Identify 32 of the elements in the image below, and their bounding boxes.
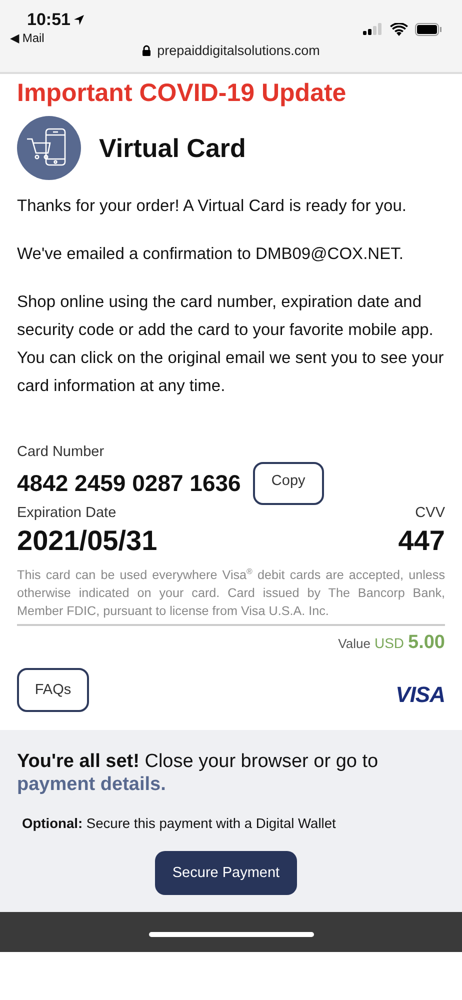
back-to-app-link[interactable]: ◀ Mail [10, 31, 86, 45]
page-title: Virtual Card [99, 132, 246, 164]
expiration-date: 2021/05/31 [17, 525, 158, 557]
value-amount: 5.00 [408, 632, 445, 654]
disclaimer-text: This card can be used everywhere Visa$^{®}$ debit cards are accepted, unless otherwise indicated on your card. Card issued by The Bancorp Bank, Member FDIC, pursuant to license from Visa U.S.A. Inc. [17, 563, 445, 626]
location-arrow-icon [73, 14, 86, 26]
lock-icon [142, 45, 152, 56]
optional-text: Optional: Secure this payment with a Digital Wallet [22, 816, 337, 832]
card-number-label: Card Number [17, 444, 106, 460]
wifi-icon [390, 22, 408, 36]
alert-link[interactable]: Important COVID-19 Update [17, 78, 445, 108]
battery-icon [415, 22, 442, 36]
copy-button[interactable]: Copy [252, 462, 324, 505]
faqs-button[interactable]: FAQs [17, 668, 89, 712]
currency: USD [374, 635, 404, 652]
value-label: Value [338, 636, 370, 652]
completion-message: You're all set! Close your browser or go to payment details. [17, 750, 380, 796]
home-indicator[interactable] [148, 932, 314, 937]
card-number: 4842 2459 0287 1636 [17, 470, 241, 497]
secure-payment-button[interactable]: Secure Payment [155, 851, 297, 896]
visa-logo: VISA [396, 682, 445, 708]
url-text[interactable]: prepaiddigitalsolutions.com [157, 43, 320, 58]
cvv-label: CVV [415, 505, 445, 521]
body-text: We've emailed a confirmation to DMB09@COX.NET. [17, 244, 404, 265]
expiration-label: Expiration Date [17, 505, 116, 521]
status-time: 10:51 [27, 10, 70, 30]
signal-icon [363, 23, 383, 35]
phone-cart-icon [17, 116, 81, 180]
body-text: Thanks for your order! A Virtual Card is ready for you. [17, 196, 408, 217]
body-text: Shop online using the card number, expiration date and security code or add the card to your favorite mobile app. You can click on the original email we sent you to see your card information at any time. [17, 292, 445, 397]
cvv-value: 447 [398, 525, 445, 557]
payment-details-link[interactable]: payment details. [17, 774, 166, 796]
